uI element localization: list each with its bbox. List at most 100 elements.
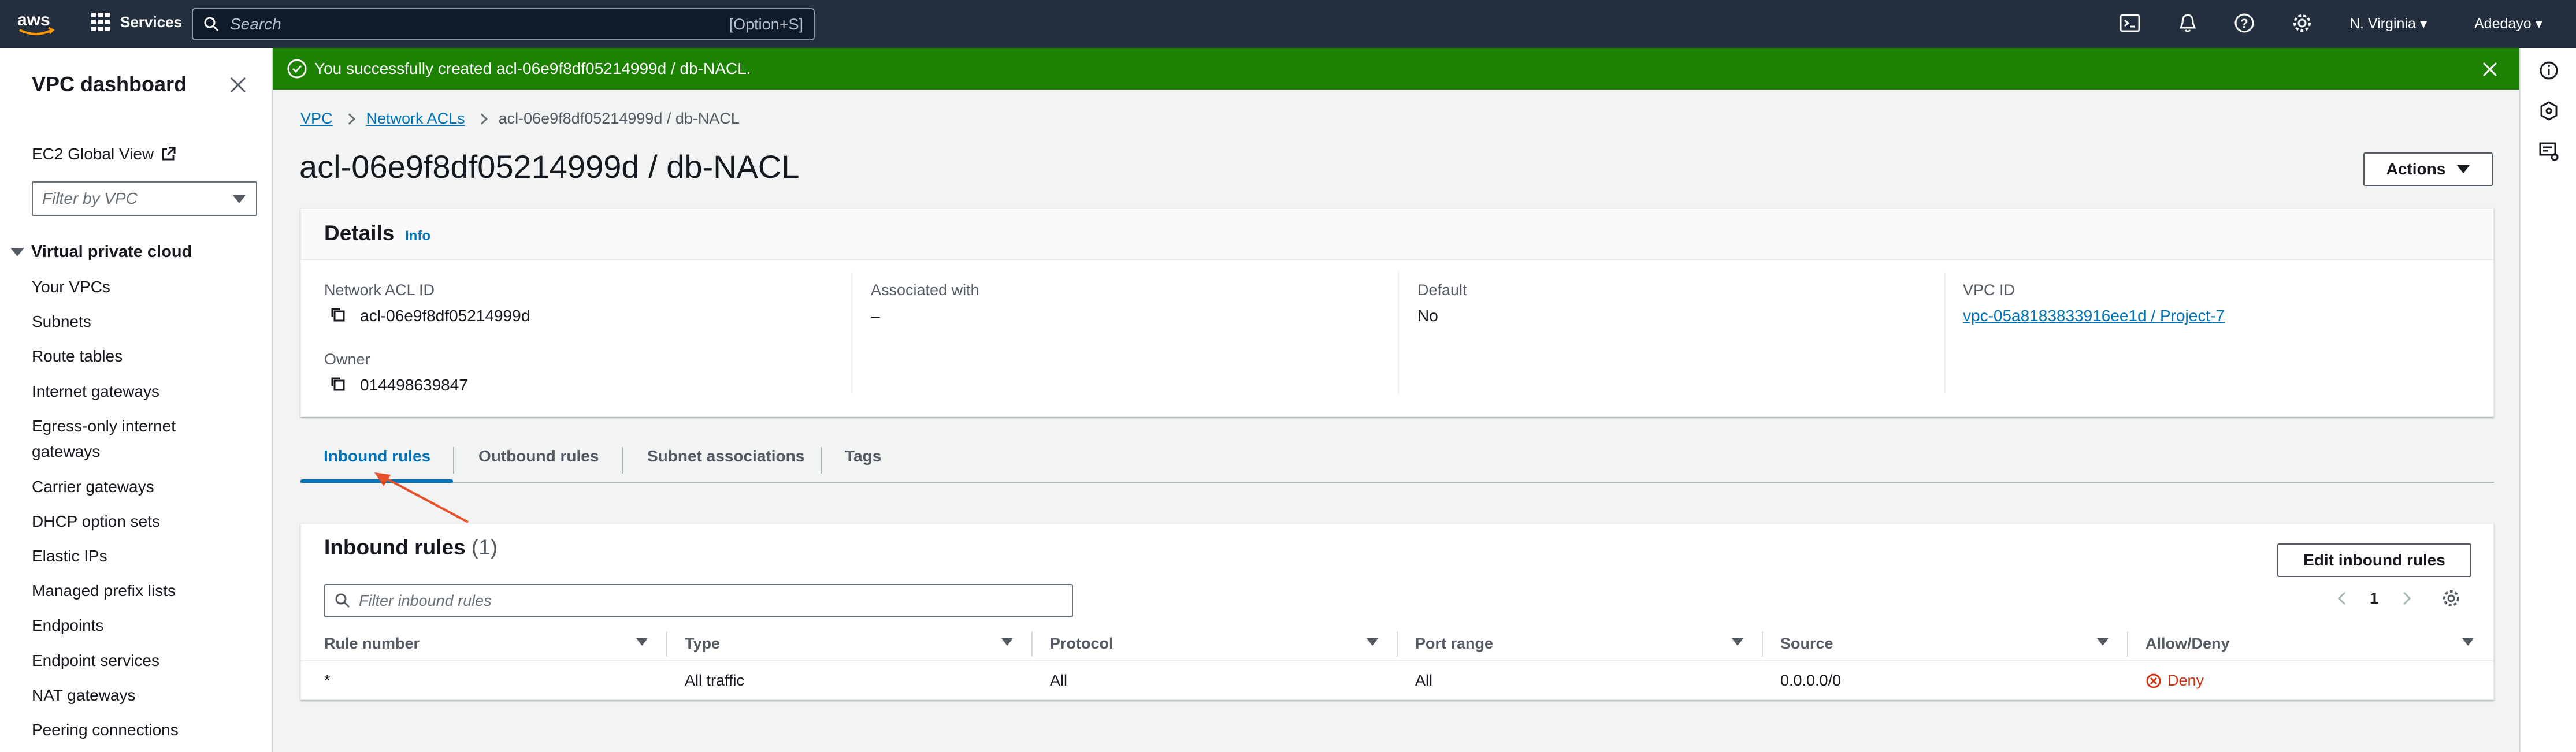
search-icon	[204, 17, 219, 32]
gear-icon[interactable]	[2441, 589, 2461, 608]
inbound-rules-panel: Inbound rules (1) Edit inbound rules Fil…	[300, 523, 2494, 700]
column-header-port-range[interactable]: Port range	[1415, 635, 1493, 653]
sort-icon[interactable]	[636, 638, 648, 646]
deny-x-icon	[2146, 673, 2161, 688]
network-acl-id-label: Network ACL ID	[324, 281, 435, 299]
deny-label: Deny	[2167, 672, 2204, 689]
sort-icon[interactable]	[1732, 638, 1743, 646]
svg-text:?: ?	[2240, 16, 2248, 31]
filter-placeholder: Filter inbound rules	[359, 591, 492, 609]
actions-button[interactable]: Actions	[2363, 152, 2493, 186]
sidebar-item-endpoints[interactable]: Endpoints	[32, 616, 104, 635]
column-divider	[1398, 272, 1399, 393]
annotation-arrow-tab	[374, 472, 469, 523]
screen-feedback-icon[interactable]	[2538, 140, 2560, 162]
page-number[interactable]: 1	[2370, 589, 2379, 608]
cell-type: All traffic	[685, 672, 745, 689]
sidebar-item-egress-only-internet-gateways[interactable]: Egress-only internet	[32, 417, 176, 435]
bell-icon[interactable]	[2176, 12, 2202, 37]
success-flash-banner: You successfully created acl-06e9f8df052…	[273, 48, 2519, 90]
chevron-left-icon[interactable]	[2337, 591, 2351, 605]
tab-subnet-associations[interactable]: Subnet associations	[647, 447, 804, 466]
success-check-icon	[287, 58, 307, 79]
chevron-right-icon[interactable]	[2397, 591, 2411, 605]
column-header-protocol[interactable]: Protocol	[1050, 635, 1113, 653]
sort-icon[interactable]	[2097, 638, 2109, 646]
cell-allow-deny: Deny	[2146, 672, 2204, 690]
info-icon[interactable]	[2538, 59, 2560, 81]
tab-inbound-rules[interactable]: Inbound rules	[324, 447, 430, 466]
gear-icon[interactable]	[2291, 12, 2316, 37]
sort-icon[interactable]	[1367, 638, 1378, 646]
filter-inbound-rules-input[interactable]: Filter inbound rules	[324, 584, 1073, 617]
vpc-filter-placeholder: Filter by VPC	[42, 189, 138, 207]
column-divider[interactable]	[1397, 631, 1398, 657]
sidebar-item-endpoint-services[interactable]: Endpoint services	[32, 652, 159, 670]
column-divider[interactable]	[1762, 631, 1763, 657]
sidebar-item-your-vpcs[interactable]: Your VPCs	[32, 278, 110, 296]
column-divider[interactable]	[666, 631, 667, 657]
cell-source: 0.0.0.0/0	[1780, 672, 1842, 689]
column-header-rule-number[interactable]: Rule number	[324, 635, 420, 653]
details-panel: Details Info Network ACL ID acl-06e9f8df…	[300, 208, 2494, 417]
breadcrumb-network-acls[interactable]: Network ACLs	[366, 110, 465, 128]
sidebar-item-route-tables[interactable]: Route tables	[32, 347, 123, 366]
owner-label: Owner	[324, 351, 370, 368]
tab-outbound-rules[interactable]: Outbound rules	[478, 447, 599, 466]
breadcrumb-vpc[interactable]: VPC	[300, 110, 333, 128]
sidebar-title[interactable]: VPC dashboard	[32, 72, 187, 96]
sidebar-item-internet-gateways[interactable]: Internet gateways	[32, 382, 159, 401]
chevron-right-icon	[343, 113, 355, 125]
caret-down-icon	[2457, 165, 2470, 173]
sidebar-item-carrier-gateways[interactable]: Carrier gateways	[32, 478, 154, 496]
sidebar-item-nat-gateways[interactable]: NAT gateways	[32, 686, 135, 705]
sidebar-section-virtual-private-cloud[interactable]: Virtual private cloud	[10, 243, 192, 262]
sidebar-item-egress-only-internet-gateways-2[interactable]: gateways	[32, 442, 100, 461]
help-icon[interactable]: ?	[2233, 12, 2258, 37]
sidebar-item-subnets[interactable]: Subnets	[32, 312, 91, 331]
column-header-source[interactable]: Source	[1780, 635, 1833, 653]
copy-icon[interactable]	[330, 307, 346, 323]
details-title: Details	[324, 221, 395, 245]
sidebar-item-managed-prefix-lists[interactable]: Managed prefix lists	[32, 582, 176, 600]
external-link-icon	[162, 147, 176, 161]
page-title: acl-06e9f8df05214999d / db-NACL	[299, 148, 800, 185]
sort-icon[interactable]	[1001, 638, 1013, 646]
column-header-allow-deny[interactable]: Allow/Deny	[2146, 635, 2230, 653]
column-divider	[1944, 272, 1946, 393]
vpc-filter-select[interactable]: Filter by VPC	[32, 181, 257, 216]
sidebar-item-elastic-ips[interactable]: Elastic IPs	[32, 547, 107, 565]
cloudshell-icon[interactable]	[2118, 12, 2144, 37]
cell-rule-number: *	[324, 672, 331, 689]
user-label: Adedayo	[2474, 16, 2532, 32]
vpc-id-link[interactable]: vpc-05a8183833916ee1d / Project-7	[1963, 307, 2225, 325]
column-divider[interactable]	[1031, 631, 1033, 657]
caret-down-icon	[233, 195, 246, 203]
tab-divider	[821, 447, 822, 474]
hexagon-icon[interactable]	[2538, 100, 2560, 122]
column-header-type[interactable]: Type	[685, 635, 720, 653]
edit-inbound-rules-button[interactable]: Edit inbound rules	[2277, 543, 2471, 577]
sidebar-item-peering-connections[interactable]: Peering connections	[32, 721, 179, 739]
sidebar-item-dhcp-option-sets[interactable]: DHCP option sets	[32, 512, 160, 531]
cell-port-range: All	[1415, 672, 1433, 689]
close-icon[interactable]	[2480, 59, 2500, 79]
grid-icon	[91, 13, 110, 31]
copy-icon[interactable]	[330, 376, 346, 392]
info-link[interactable]: Info	[405, 228, 430, 244]
tab-tags[interactable]: Tags	[845, 447, 881, 466]
cell-protocol: All	[1050, 672, 1068, 689]
search-icon	[335, 593, 350, 608]
services-menu[interactable]: Services	[91, 13, 182, 31]
sort-icon[interactable]	[2462, 638, 2474, 646]
sidebar-item-label: EC2 Global View	[32, 145, 154, 163]
close-icon[interactable]	[227, 73, 250, 96]
sidebar-item-ec2-global-view[interactable]: EC2 Global View	[32, 145, 177, 163]
aws-logo[interactable]: aws	[16, 8, 57, 39]
search-placeholder: Search	[230, 15, 281, 33]
region-selector[interactable]: N. Virginia ▾	[2349, 15, 2427, 32]
column-divider[interactable]	[2127, 631, 2128, 657]
column-divider	[851, 272, 852, 393]
search-input[interactable]: Search [Option+S]	[192, 8, 815, 40]
user-menu[interactable]: Adedayo ▾	[2474, 15, 2542, 32]
